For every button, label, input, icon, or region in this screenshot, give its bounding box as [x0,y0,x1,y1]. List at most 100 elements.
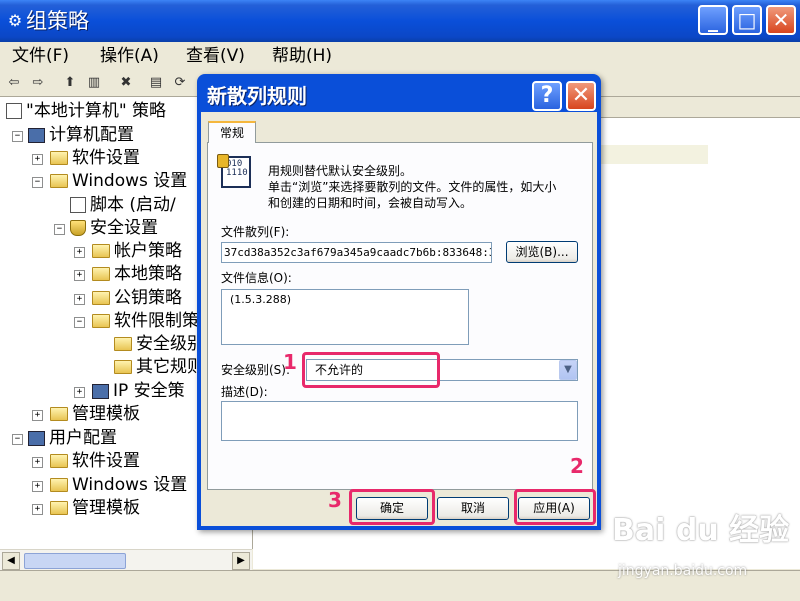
scroll-right-icon[interactable]: ▶ [232,552,250,570]
highlight-security-level [302,352,440,388]
refresh-icon[interactable]: ⟳ [170,73,190,93]
tree-item-security-levels[interactable]: 安全级别 [114,333,204,356]
collapse-icon[interactable]: − [12,131,23,142]
tree-item-security-settings[interactable]: 安全设置 [70,217,158,240]
dialog-description-line3: 和创建的日期和时间，会被自动写入。 [268,196,473,210]
scroll-thumb[interactable] [24,553,126,569]
dialog-close-button[interactable]: ✕ [566,81,596,111]
tree-item-other-rules[interactable]: 其它规则 [114,356,204,379]
show-tree-icon[interactable]: ▥ [84,73,104,93]
expand-icon[interactable]: + [32,154,43,165]
dialog-description-line2: 单击“浏览”来选择要散列的文件。文件的属性，如大小 [268,180,557,194]
menu-action[interactable]: 操作(A) [100,45,159,67]
description-textarea[interactable] [221,401,578,441]
tree-item-user-admin-templates[interactable]: 管理模板 [50,497,140,520]
expand-icon[interactable]: + [74,270,85,281]
expand-icon[interactable]: + [32,481,43,492]
folder-icon [50,454,68,468]
tree-item-software-restriction[interactable]: 软件限制策 [92,310,199,333]
tree-item-computer-config[interactable]: 计算机配置 [28,124,134,147]
tree-item-user-config[interactable]: 用户配置 [28,427,117,450]
folder-icon [50,407,68,421]
menu-bar: 文件(F) 操作(A) 查看(V) 帮助(H) [0,42,800,70]
certificate-icon: 010 1110 [217,154,251,188]
step-marker-2: 2 [570,454,584,478]
tree-item-scripts[interactable]: 脚本 (启动/ [70,194,176,217]
properties-icon[interactable]: ▤ [146,73,166,93]
folder-open-icon [92,314,110,328]
baidu-watermark-logo: Bai du 经验 [612,513,790,548]
expand-icon[interactable]: + [32,504,43,515]
menu-help[interactable]: 帮助(H) [272,45,332,67]
forward-icon[interactable]: ⇨ [28,73,48,93]
folder-icon [50,478,68,492]
tree-item-windows-settings[interactable]: Windows 设置 [50,170,187,193]
tab-general[interactable]: 常规 [208,121,256,143]
menu-file[interactable]: 文件(F) [12,45,69,67]
folder-icon [114,337,132,351]
close-button[interactable]: ✕ [766,5,796,35]
user-icon [28,430,45,446]
expand-icon[interactable]: + [74,247,85,258]
network-icon [92,383,109,399]
collapse-icon[interactable]: − [32,177,43,188]
dialog-title: 新散列规则 [207,84,307,108]
folder-icon [92,267,110,281]
dialog-description-line1: 用规则替代默认安全级别。 [268,164,413,178]
expand-icon[interactable]: + [32,410,43,421]
chevron-down-icon[interactable]: ▼ [559,360,577,380]
tree-item-public-key-policies[interactable]: 公钥策略 [92,287,182,310]
back-icon[interactable]: ⇦ [4,73,24,93]
step-marker-3: 3 [328,488,342,512]
step-marker-1: 1 [283,350,297,374]
maximize-button[interactable]: □ [732,5,762,35]
tree-item-software-settings[interactable]: 软件设置 [50,147,140,170]
window-title: 组策略 [26,9,89,33]
browse-button[interactable]: 浏览(B)... [506,241,578,263]
highlight-apply [514,489,596,525]
window-titlebar[interactable] [0,0,800,42]
description-label: 描述(D): [221,385,268,399]
expand-icon[interactable]: + [32,457,43,468]
security-level-label: 安全级别(S): [221,363,291,377]
file-hash-field[interactable]: 37cd38a352c3af679a345a9caadc7b6b:833648:… [221,242,492,263]
horizontal-scrollbar[interactable]: ◀ ▶ [0,549,252,570]
file-hash-label: 文件散列(F): [221,225,290,239]
details-row [600,145,708,164]
lock-icon [217,154,229,168]
expand-icon[interactable]: + [74,294,85,305]
file-info-field: (1.5.3.288) [221,289,469,345]
tree-item-ip-security[interactable]: IP 安全策 [92,380,185,403]
folder-icon [50,174,68,188]
expand-icon[interactable]: + [74,387,85,398]
tree-item-root[interactable]: "本地计算机" 策略 [6,100,166,123]
tree-item-user-windows-settings[interactable]: Windows 设置 [50,474,187,497]
scroll-left-icon[interactable]: ◀ [2,552,20,570]
up-folder-icon[interactable]: ⬆ [60,73,80,93]
folder-icon [50,151,68,165]
tree-item-account-policies[interactable]: 帐户策略 [92,240,182,263]
security-icon [70,220,86,236]
delete-icon[interactable]: ✖ [116,73,136,93]
collapse-icon[interactable]: − [12,434,23,445]
dialog-help-button[interactable]: ? [532,81,562,111]
cancel-button[interactable]: 取消 [437,497,509,520]
highlight-ok [349,489,435,525]
tree-item-local-policies[interactable]: 本地策略 [92,263,182,286]
computer-icon [28,127,45,143]
folder-icon [50,501,68,515]
folder-icon [92,244,110,258]
file-info-label: 文件信息(O): [221,271,292,285]
policy-icon: ⚙ [7,11,23,30]
policy-doc-icon [6,103,22,119]
tree-item-admin-templates[interactable]: 管理模板 [50,403,140,426]
tree-item-user-software-settings[interactable]: 软件设置 [50,450,140,473]
file-info-value: (1.5.3.288) [230,293,292,306]
folder-icon [114,360,132,374]
script-icon [70,197,86,213]
collapse-icon[interactable]: − [54,224,65,235]
menu-view[interactable]: 查看(V) [186,45,245,67]
minimize-button[interactable]: _ [698,5,728,35]
baidu-watermark-url: jingyan.baidu.com [618,563,748,579]
collapse-icon[interactable]: − [74,317,85,328]
